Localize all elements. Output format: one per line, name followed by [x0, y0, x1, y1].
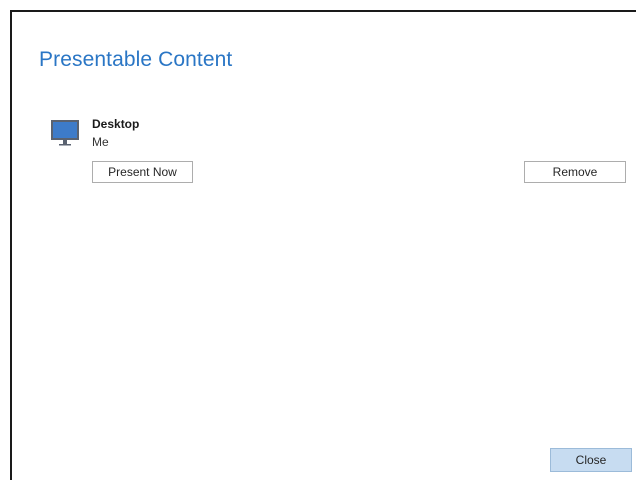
monitor-icon [50, 118, 82, 150]
item-owner: Me [92, 135, 109, 149]
dialog-title: Presentable Content [39, 48, 233, 71]
close-button[interactable]: Close [550, 448, 632, 472]
list-item: Desktop Me Present Now Remove [50, 117, 636, 197]
item-name: Desktop [92, 117, 140, 131]
remove-button[interactable]: Remove [524, 161, 626, 183]
present-now-button[interactable]: Present Now [92, 161, 193, 183]
presentable-content-dialog: × Presentable Content Desktop Me Present… [10, 10, 636, 480]
